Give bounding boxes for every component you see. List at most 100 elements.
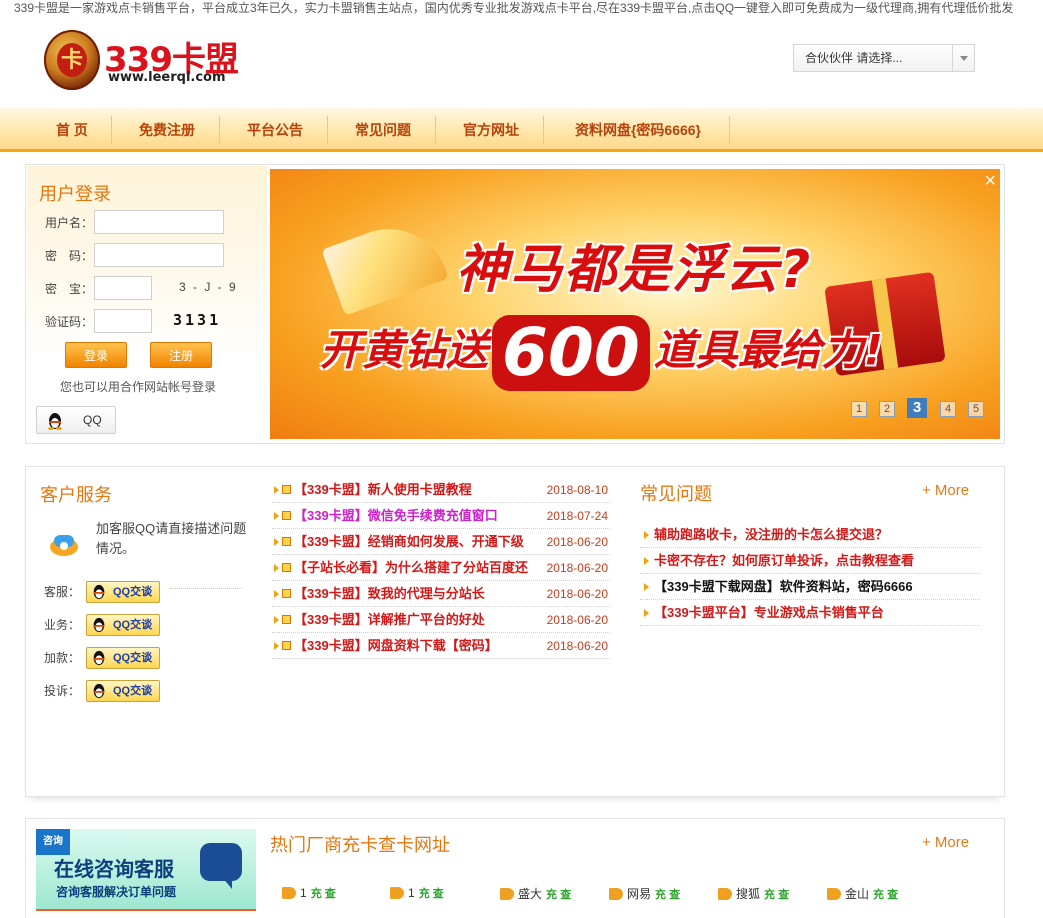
home-icon xyxy=(282,563,291,572)
faq-item[interactable]: 卡密不存在？如何原订单投诉，点击教程查看 xyxy=(640,548,980,574)
arrow-right-icon xyxy=(644,531,649,539)
faq-more-link[interactable]: + More xyxy=(922,482,969,499)
nav-item-netdisk[interactable]: 资料网盘{密码6666} xyxy=(556,108,720,149)
nav-item-official-site[interactable]: 官方网址 xyxy=(448,108,534,149)
login-title: 用户登录 xyxy=(39,184,111,204)
faq-item[interactable]: 【339卡盟平台】专业游戏点卡销售平台 xyxy=(640,600,980,626)
vendor-badge[interactable]: 充 查 xyxy=(419,885,444,901)
arrow-right-icon xyxy=(274,616,279,624)
news-title[interactable]: 【339卡盟】经销商如何发展、开通下级 xyxy=(294,529,529,555)
partner-select[interactable]: 合伙伙伴 请选择... xyxy=(793,44,975,72)
vendor-item[interactable]: 1 充 查 xyxy=(390,885,444,901)
nav-item-announcements[interactable]: 平台公告 xyxy=(232,108,318,149)
nav-item-faq[interactable]: 常见问题 xyxy=(340,108,426,149)
password-label: 密 码： xyxy=(45,249,94,263)
logo-coin-char: 卡 xyxy=(57,43,87,77)
captcha-image[interactable]: 3131 xyxy=(173,311,233,333)
captcha-input[interactable] xyxy=(94,309,152,333)
banner-page-3[interactable]: 3 xyxy=(907,398,927,418)
vendor-badge[interactable]: 充 查 xyxy=(764,886,789,902)
arrow-right-icon xyxy=(274,486,279,494)
faq-item-title[interactable]: 卡密不存在？如何原订单投诉，点击教程查看 xyxy=(654,548,914,574)
promo-banner[interactable]: 神马都是浮云? 开黄钻送 600 道具最给力! × 1 2 3 4 5 xyxy=(270,169,1000,439)
mibao-label: 密 宝： xyxy=(45,282,94,296)
site-logo[interactable]: 卡 339卡盟 www.leerqi.com xyxy=(44,28,244,94)
qq-chat-button-deposit[interactable]: QQ交谈 xyxy=(86,647,160,669)
vendor-item[interactable]: 搜狐充 查 xyxy=(718,885,789,902)
nav-divider xyxy=(729,116,730,144)
mibao-input[interactable] xyxy=(94,276,152,300)
vendor-badge[interactable]: 充 查 xyxy=(311,885,336,901)
banner-subline: 开黄钻送 600 道具最给力! xyxy=(320,315,883,391)
faq-item[interactable]: 【339卡盟下载网盘】软件资料站，密码6666 xyxy=(640,574,980,600)
hot-vendors-title: 热门厂商充卡查卡网址 xyxy=(270,835,450,855)
arrow-right-icon xyxy=(274,538,279,546)
qq-penguin-icon xyxy=(93,650,105,666)
partner-select-value: 合伙伙伴 请选择... xyxy=(805,51,903,65)
hot-vendors-more-link[interactable]: + More xyxy=(922,834,969,851)
news-item[interactable]: 【子站长必看】为什么搭建了分站百度还 2018-06-20 xyxy=(272,555,610,581)
news-item[interactable]: 【339卡盟】新人使用卡盟教程 2018-08-10 xyxy=(272,477,610,503)
vendor-badge[interactable]: 充 查 xyxy=(655,886,680,902)
vendor-item[interactable]: 金山充 查 xyxy=(827,885,898,902)
username-input[interactable] xyxy=(94,210,224,234)
news-item[interactable]: 【339卡盟】网盘资料下载【密码】 2018-06-20 xyxy=(272,633,610,659)
password-input[interactable] xyxy=(94,243,224,267)
vendor-item[interactable]: 盛大充 查 xyxy=(500,885,571,902)
nav-divider xyxy=(435,116,436,144)
news-title[interactable]: 【339卡盟】新人使用卡盟教程 xyxy=(294,477,529,503)
vendor-item[interactable]: 1 充 查 xyxy=(282,885,336,901)
customer-service-desc: 加客服QQ请直接描述问题情况。 xyxy=(96,521,247,556)
faq-item-title[interactable]: 【339卡盟平台】专业游戏点卡销售平台 xyxy=(654,600,884,626)
login-button[interactable]: 登录 xyxy=(65,342,127,368)
vendor-item[interactable]: 网易充 查 xyxy=(609,885,680,902)
qq-chat-button-complaint[interactable]: QQ交谈 xyxy=(86,680,160,702)
consult-main-text: 在线咨询客服 xyxy=(54,859,174,881)
banner-page-5[interactable]: 5 xyxy=(968,401,984,417)
news-title[interactable]: 【339卡盟】网盘资料下载【密码】 xyxy=(294,633,529,659)
tag-icon xyxy=(718,888,732,900)
news-title[interactable]: 【339卡盟】详解推广平台的好处 xyxy=(294,607,529,633)
vendor-name: 金山 xyxy=(845,887,870,901)
news-item[interactable]: 【339卡盟】经销商如何发展、开通下级 2018-06-20 xyxy=(272,529,610,555)
banner-subline-post: 道具最给力! xyxy=(653,325,883,375)
banner-page-4[interactable]: 4 xyxy=(940,401,956,417)
chevron-down-icon[interactable] xyxy=(952,45,974,71)
news-title[interactable]: 【339卡盟】致我的代理与分站长 xyxy=(294,581,529,607)
banner-page-2[interactable]: 2 xyxy=(879,401,895,417)
captcha-label: 验证码： xyxy=(45,315,94,329)
qq-chat-button-business[interactable]: QQ交谈 xyxy=(86,614,160,636)
news-title[interactable]: 【子站长必看】为什么搭建了分站百度还 xyxy=(294,555,529,581)
cs-label-deposit: 加款： xyxy=(44,651,81,665)
register-button[interactable]: 注册 xyxy=(150,342,212,368)
faq-title: 常见问题 xyxy=(640,484,712,504)
chat-bubble-icon xyxy=(200,843,242,889)
qq-penguin-icon xyxy=(48,413,62,430)
faq-item-title[interactable]: 【339卡盟下载网盘】软件资料站，密码6666 xyxy=(654,574,913,600)
other-login-text: 您也可以用合作网站帐号登录 xyxy=(60,380,217,394)
qq-penguin-icon xyxy=(93,683,105,699)
news-item[interactable]: 【339卡盟】致我的代理与分站长 2018-06-20 xyxy=(272,581,610,607)
banner-page-1[interactable]: 1 xyxy=(851,401,867,417)
news-item[interactable]: 【339卡盟】微信免手续费充值窗口 2018-07-24 xyxy=(272,503,610,529)
news-date: 2018-06-20 xyxy=(546,561,608,575)
qq-chat-button-service[interactable]: QQ交谈 xyxy=(86,581,160,603)
news-item[interactable]: 【339卡盟】详解推广平台的好处 2018-06-20 xyxy=(272,607,610,633)
nav-divider xyxy=(327,116,328,144)
close-icon[interactable]: × xyxy=(984,171,996,191)
qq-login-button[interactable]: QQ xyxy=(36,406,116,434)
vendor-badge[interactable]: 充 查 xyxy=(546,886,571,902)
arrow-right-icon xyxy=(274,564,279,572)
consult-sub-text: 咨询客服解决订单问题 xyxy=(56,885,177,899)
faq-item-title[interactable]: 辅助跑路收卡，没注册的卡怎么提交退？ xyxy=(654,522,888,548)
nav-item-register[interactable]: 免费注册 xyxy=(124,108,210,149)
vendor-badge[interactable]: 充 查 xyxy=(873,886,898,902)
faq-item[interactable]: 辅助跑路收卡，没注册的卡怎么提交退？ xyxy=(640,522,980,548)
customer-service-title: 客户服务 xyxy=(40,485,112,505)
vendor-name: 1 xyxy=(408,886,415,900)
nav-divider xyxy=(543,116,544,144)
nav-item-home[interactable]: 首 页 xyxy=(42,108,102,149)
news-title[interactable]: 【339卡盟】微信免手续费充值窗口 xyxy=(294,503,529,529)
online-consult-banner[interactable]: 咨询 在线咨询客服 咨询客服解决订单问题 xyxy=(36,829,256,911)
news-date: 2018-07-24 xyxy=(546,509,608,523)
